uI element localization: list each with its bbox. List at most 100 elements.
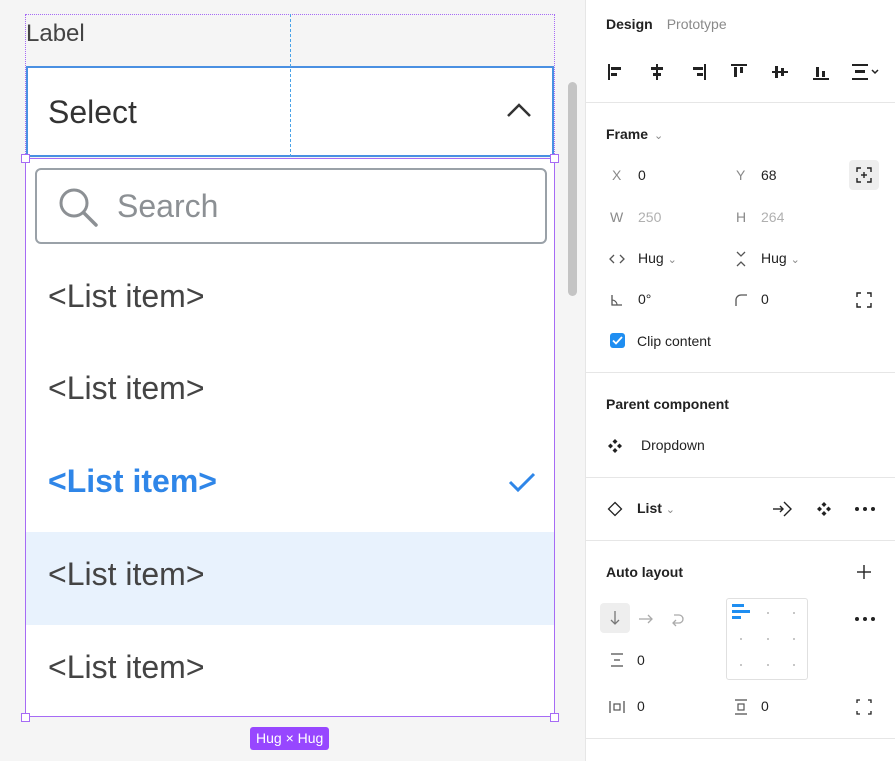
list-item-label: <List item> <box>48 463 217 499</box>
select-value: Select <box>48 94 137 130</box>
frame-section-title[interactable]: Frame ⌄ <box>606 126 663 142</box>
arrow-down-icon <box>610 611 620 625</box>
w-field[interactable]: 250 <box>638 209 661 225</box>
gap-icon <box>611 653 623 667</box>
width-mode-select[interactable]: Hug ⌄ <box>638 250 677 266</box>
divider <box>586 102 895 103</box>
grid-dot <box>793 612 795 614</box>
component-icon[interactable] <box>816 501 832 517</box>
list-item-label: <List item> <box>48 278 205 314</box>
distribute-icon[interactable] <box>848 58 884 86</box>
focus-frame-button[interactable] <box>849 160 879 190</box>
y-label: Y <box>736 167 746 183</box>
clip-content-checkbox[interactable] <box>610 333 625 348</box>
vertical-padding-field[interactable]: 0 <box>761 698 769 714</box>
horizontal-padding-icon <box>609 701 625 713</box>
list-item[interactable]: <List item> <box>26 254 554 347</box>
horizontal-padding-field[interactable]: 0 <box>637 698 645 714</box>
vertical-padding-icon <box>735 699 747 715</box>
corner-radius-field[interactable]: 0 <box>761 291 769 307</box>
size-badge: Hug × Hug <box>250 727 330 750</box>
horizontal-resizing-icon <box>609 254 625 264</box>
list-item[interactable]: <List item> <box>26 625 554 716</box>
grid-dot <box>767 612 769 614</box>
frame-title: Frame <box>606 126 649 142</box>
search-icon <box>59 188 98 227</box>
check-icon <box>508 472 536 493</box>
chevron-down-icon: ⌄ <box>654 130 664 142</box>
y-field[interactable]: 68 <box>761 167 777 183</box>
rotation-field[interactable]: 0° <box>638 291 651 307</box>
height-mode-value: Hug <box>761 250 787 266</box>
resize-handle-top-left[interactable] <box>21 154 30 163</box>
check-icon <box>612 336 623 345</box>
gap-field[interactable]: 0 <box>637 652 645 668</box>
chevron-up-icon <box>507 103 531 117</box>
rotation-icon <box>611 295 622 306</box>
arrow-right-icon[interactable] <box>638 611 654 627</box>
align-top-icon[interactable] <box>725 58 753 86</box>
independent-corners-icon[interactable] <box>856 292 872 308</box>
divider <box>586 372 895 373</box>
resize-handle-bottom-right[interactable] <box>550 713 559 722</box>
instance-name: List <box>637 500 662 516</box>
grid-dot <box>740 638 742 640</box>
more-icon[interactable] <box>854 501 876 517</box>
list-item[interactable]: <List item> <box>26 346 554 439</box>
height-mode-select[interactable]: Hug ⌄ <box>761 250 800 266</box>
list-item-label: <List item> <box>48 370 205 406</box>
auto-layout-title: Auto layout <box>606 564 683 580</box>
chevron-down-icon: ⌄ <box>790 254 800 266</box>
alignment-indicator <box>732 604 744 607</box>
select-field[interactable]: Select <box>26 66 554 157</box>
align-right-icon[interactable] <box>684 58 712 86</box>
dropdown-list[interactable]: <List item> <List item> <List item> <Lis… <box>25 158 555 717</box>
instance-icon <box>607 501 623 517</box>
x-field[interactable]: 0 <box>638 167 646 183</box>
divider <box>586 477 895 478</box>
grid-dot <box>793 638 795 640</box>
parent-component-link[interactable]: Dropdown <box>641 437 705 453</box>
grid-dot <box>767 664 769 666</box>
properties-panel: Design Prototype Frame ⌄ X 0 Y 68 W 250 … <box>585 0 895 761</box>
align-left-icon[interactable] <box>602 58 630 86</box>
h-field[interactable]: 264 <box>761 209 784 225</box>
plus-icon[interactable] <box>856 564 872 580</box>
clip-content-label: Clip content <box>637 333 711 349</box>
corner-radius-icon <box>735 294 747 306</box>
grid-dot <box>767 638 769 640</box>
alignment-grid[interactable] <box>726 598 808 680</box>
search-input[interactable] <box>117 184 517 228</box>
instance-select[interactable]: List ⌄ <box>637 500 675 516</box>
align-vertical-center-icon[interactable] <box>766 58 794 86</box>
tab-design[interactable]: Design <box>606 16 653 32</box>
list-item-label: <List item> <box>48 556 205 592</box>
align-bottom-icon[interactable] <box>807 58 835 86</box>
direction-vertical-button[interactable] <box>600 603 630 633</box>
align-horizontal-center-icon[interactable] <box>643 58 671 86</box>
component-icon <box>608 439 622 453</box>
x-label: X <box>612 167 622 183</box>
list-item-selected[interactable]: <List item> <box>26 439 554 532</box>
independent-padding-icon[interactable] <box>856 699 872 715</box>
design-canvas[interactable]: Label Select <List item> <List item> <Li… <box>0 0 585 761</box>
grid-dot <box>793 664 795 666</box>
chevron-down-icon: ⌄ <box>665 504 675 516</box>
alignment-toolbar <box>602 58 886 86</box>
wrap-icon[interactable] <box>670 611 686 627</box>
divider <box>586 540 895 541</box>
alignment-indicator <box>732 610 750 613</box>
divider <box>586 738 895 739</box>
list-item-hovered[interactable]: <List item> <box>26 532 554 625</box>
search-field[interactable] <box>35 168 547 244</box>
more-icon[interactable] <box>854 611 876 627</box>
w-label: W <box>610 209 624 225</box>
go-to-main-icon[interactable] <box>772 500 792 518</box>
width-mode-value: Hug <box>638 250 664 266</box>
resize-handle-top-right[interactable] <box>550 154 559 163</box>
h-label: H <box>736 209 747 225</box>
canvas-scrollbar[interactable] <box>568 82 577 296</box>
field-label: Label <box>26 20 85 47</box>
resize-handle-bottom-left[interactable] <box>21 713 30 722</box>
tab-prototype[interactable]: Prototype <box>667 16 727 32</box>
